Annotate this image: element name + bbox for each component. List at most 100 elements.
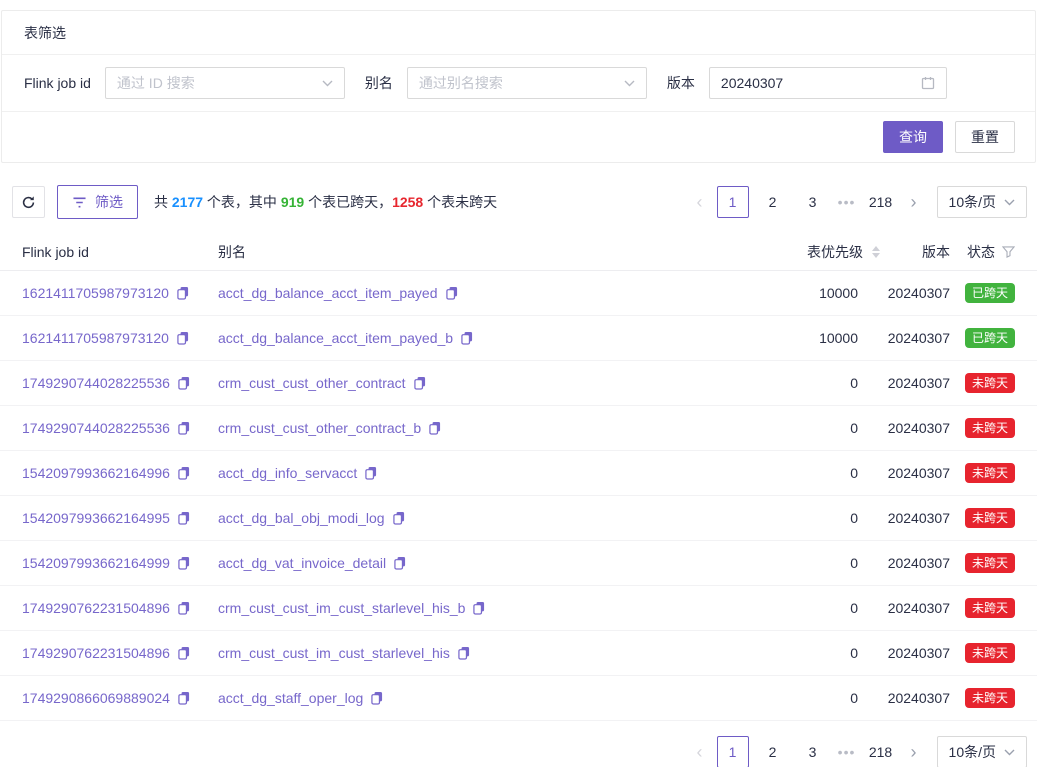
version-value: 20240307 (880, 375, 950, 391)
alias-link[interactable]: acct_dg_balance_acct_item_payed (218, 285, 438, 301)
alias-link[interactable]: acct_dg_bal_obj_modi_log (218, 510, 385, 526)
status-badge: 未跨天 (965, 373, 1015, 393)
flink-job-id-link[interactable]: 1749290866069889024 (22, 690, 170, 706)
filter-card-title: 表筛选 (2, 11, 1035, 55)
flink-job-id-placeholder: 通过 ID 搜索 (117, 73, 195, 93)
status-badge: 未跨天 (965, 643, 1015, 663)
refresh-button[interactable] (12, 186, 45, 218)
flink-job-id-link[interactable]: 1542097993662164996 (22, 465, 170, 481)
prev-page-button[interactable]: ‹ (687, 736, 713, 767)
alias-link[interactable]: crm_cust_cust_im_cust_starlevel_his (218, 645, 450, 661)
flink-job-id-link[interactable]: 1749290762231504896 (22, 600, 170, 616)
page-button-2[interactable]: 2 (757, 736, 789, 767)
flink-job-id-link[interactable]: 1621411705987973120 (22, 285, 169, 301)
copy-icon[interactable] (177, 511, 191, 525)
version-value: 20240307 (880, 465, 950, 481)
priority-value: 0 (738, 510, 880, 526)
priority-value: 0 (738, 420, 880, 436)
copy-icon[interactable] (457, 646, 471, 660)
page-size-value: 10条/页 (949, 192, 996, 212)
page-button-3[interactable]: 3 (797, 186, 829, 218)
page-button-1[interactable]: 1 (717, 186, 749, 218)
next-page-button[interactable]: › (901, 186, 927, 218)
copy-icon[interactable] (176, 331, 190, 345)
alias-link[interactable]: crm_cust_cust_other_contract_b (218, 420, 421, 436)
alias-link[interactable]: acct_dg_info_servacct (218, 465, 357, 481)
page-size-value: 10条/页 (949, 742, 996, 762)
next-page-button[interactable]: › (901, 736, 927, 767)
table-row: 1542097993662164995 acct_dg_bal_obj_modi… (0, 496, 1037, 541)
filter-button[interactable]: 筛选 (57, 185, 138, 219)
alias-select[interactable]: 通过别名搜索 (407, 67, 647, 99)
column-header-flink-job-id[interactable]: Flink job id (22, 244, 218, 260)
page-button-1[interactable]: 1 (717, 736, 749, 767)
flink-job-id-link[interactable]: 1749290744028225536 (22, 375, 170, 391)
copy-icon[interactable] (177, 466, 191, 480)
alias-link[interactable]: acct_dg_vat_invoice_detail (218, 555, 386, 571)
filter-card: 表筛选 Flink job id 通过 ID 搜索 别名 通过别名搜索 版本 2… (1, 10, 1036, 163)
copy-icon[interactable] (364, 466, 378, 480)
copy-icon[interactable] (370, 691, 384, 705)
flink-job-id-select[interactable]: 通过 ID 搜索 (105, 67, 345, 99)
alias-link[interactable]: acct_dg_staff_oper_log (218, 690, 363, 706)
page-size-select[interactable]: 10条/页 (937, 736, 1027, 767)
table-toolbar: 筛选 共 2177 个表，其中 919 个表已跨天，1258 个表未跨天 ‹ 1… (12, 184, 1027, 220)
alias-link[interactable]: crm_cust_cust_im_cust_starlevel_his_b (218, 600, 465, 616)
copy-icon[interactable] (177, 646, 191, 660)
column-header-priority[interactable]: 表优先级 (738, 242, 880, 262)
copy-icon[interactable] (445, 286, 459, 300)
reset-button[interactable]: 重置 (955, 121, 1015, 153)
sort-icon[interactable] (872, 246, 880, 258)
version-date-input[interactable]: 20240307 (709, 67, 947, 99)
flink-job-id-link[interactable]: 1542097993662164995 (22, 510, 170, 526)
copy-icon[interactable] (472, 601, 486, 615)
column-header-alias[interactable]: 别名 (218, 242, 738, 262)
flink-job-id-link[interactable]: 1749290744028225536 (22, 420, 170, 436)
version-date-value: 20240307 (721, 75, 783, 91)
copy-icon[interactable] (177, 601, 191, 615)
status-badge: 未跨天 (965, 463, 1015, 483)
chevron-down-icon (624, 80, 635, 87)
flink-job-id-link[interactable]: 1749290762231504896 (22, 645, 170, 661)
copy-icon[interactable] (177, 421, 191, 435)
bottom-pagination: ‹ 1 2 3 ••• 218 › 10条/页 (687, 736, 1027, 767)
flink-job-id-link[interactable]: 1621411705987973120 (22, 330, 169, 346)
table-row: 1749290744028225536 crm_cust_cust_other_… (0, 361, 1037, 406)
copy-icon[interactable] (428, 421, 442, 435)
calendar-icon (921, 76, 935, 90)
copy-icon[interactable] (460, 331, 474, 345)
copy-icon[interactable] (413, 376, 427, 390)
copy-icon[interactable] (177, 556, 191, 570)
priority-value: 0 (738, 375, 880, 391)
alias-placeholder: 通过别名搜索 (419, 73, 503, 93)
filter-funnel-icon[interactable] (1002, 246, 1015, 258)
alias-link[interactable]: acct_dg_balance_acct_item_payed_b (218, 330, 453, 346)
version-value: 20240307 (880, 600, 950, 616)
version-value: 20240307 (880, 645, 950, 661)
copy-icon[interactable] (177, 691, 191, 705)
copy-icon[interactable] (176, 286, 190, 300)
table-row: 1542097993662164996 acct_dg_info_servacc… (0, 451, 1037, 496)
column-header-status[interactable]: 状态 (950, 242, 1015, 262)
flink-job-id-link[interactable]: 1542097993662164999 (22, 555, 170, 571)
table-header-row: Flink job id 别名 表优先级 版本 状态 (0, 233, 1037, 271)
page-ellipsis[interactable]: ••• (833, 736, 861, 767)
status-badge: 已跨天 (965, 283, 1015, 303)
prev-page-button[interactable]: ‹ (687, 186, 713, 218)
page-button-2[interactable]: 2 (757, 186, 789, 218)
copy-icon[interactable] (392, 511, 406, 525)
page-ellipsis[interactable]: ••• (833, 186, 861, 218)
version-value: 20240307 (880, 330, 950, 346)
priority-value: 0 (738, 690, 880, 706)
query-button[interactable]: 查询 (883, 121, 943, 153)
page-button-last[interactable]: 218 (865, 736, 897, 767)
page-button-last[interactable]: 218 (865, 186, 897, 218)
page-size-select[interactable]: 10条/页 (937, 186, 1027, 218)
alias-link[interactable]: crm_cust_cust_other_contract (218, 375, 406, 391)
refresh-icon (21, 195, 36, 210)
priority-value: 10000 (738, 330, 880, 346)
copy-icon[interactable] (393, 556, 407, 570)
copy-icon[interactable] (177, 376, 191, 390)
chevron-down-icon (1004, 199, 1015, 206)
page-button-3[interactable]: 3 (797, 736, 829, 767)
